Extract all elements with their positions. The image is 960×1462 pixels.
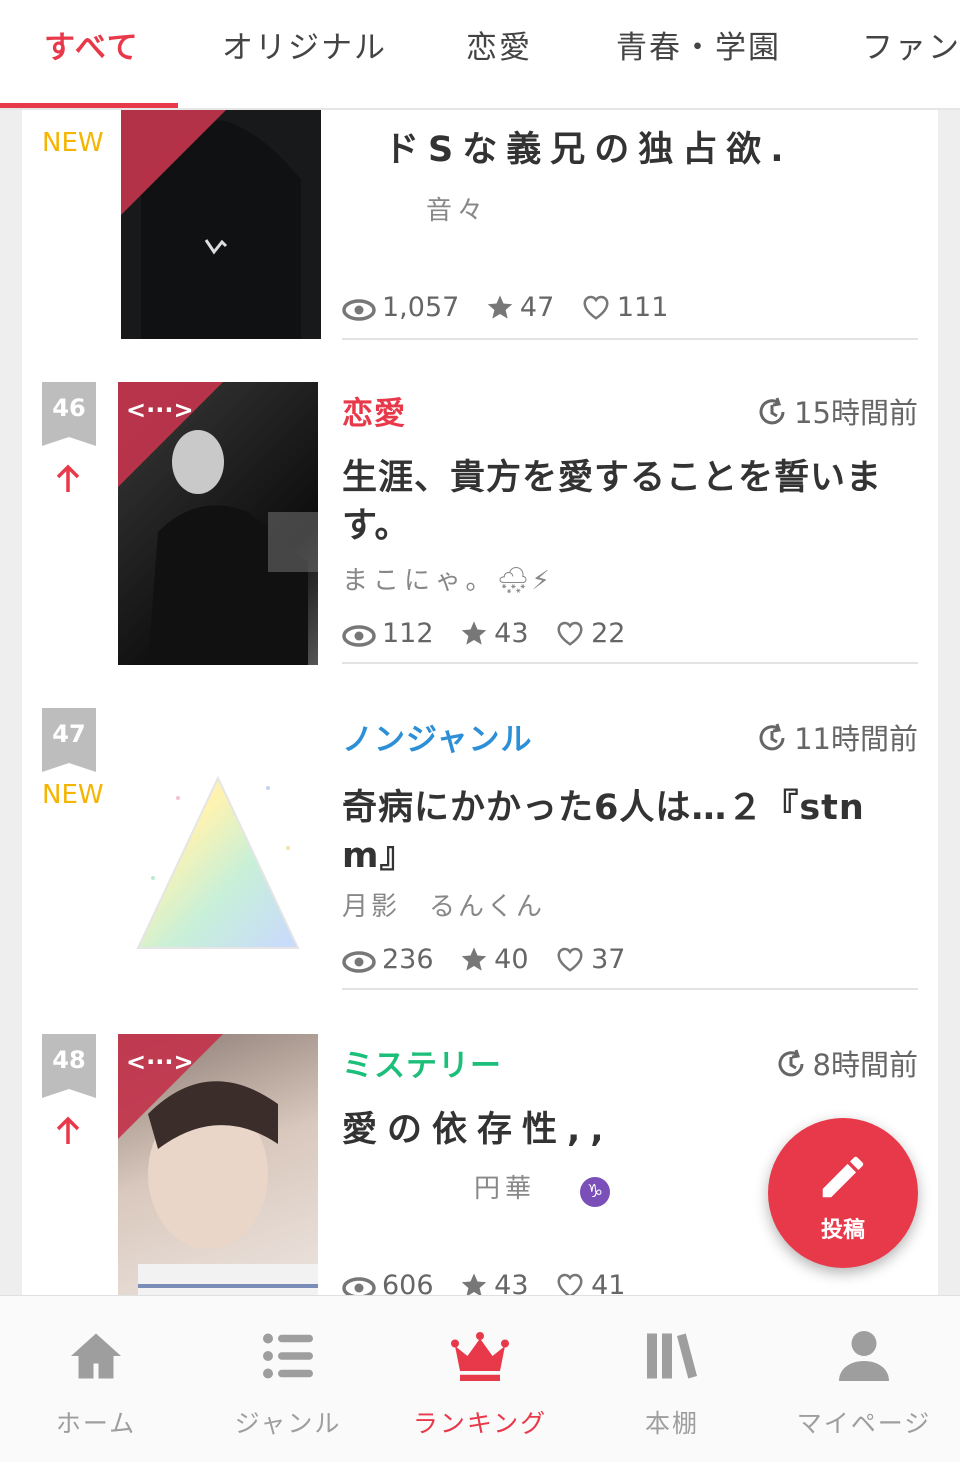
cover-corner-ribbon [121, 110, 226, 215]
work-title[interactable]: 奇病にかかった6人は…２『stnm』 [342, 784, 912, 880]
home-icon [71, 1333, 121, 1379]
bottom-navigation: ホーム ジャンル ランキング 本棚 マイページ [0, 1295, 960, 1462]
star-icon [461, 947, 487, 971]
cover-image[interactable]: <···> [118, 1034, 318, 1295]
list-icon [263, 1333, 313, 1379]
capricorn-emoji: ♑ [580, 1177, 611, 1207]
author-name[interactable]: まこにゃ。🌨⚡ [342, 560, 552, 597]
post-button[interactable]: 投稿 [768, 1118, 918, 1268]
tab-fan[interactable]: ファン [862, 22, 960, 67]
star-count: 43 [460, 1270, 529, 1295]
person-icon [839, 1331, 889, 1381]
heart-icon [583, 295, 609, 320]
star-count: 40 [460, 944, 529, 975]
item-divider [342, 338, 918, 340]
nav-ranking-label: ランキング [412, 1409, 548, 1438]
cover-image[interactable] [118, 708, 318, 991]
rainbow-triangle-image [136, 775, 300, 949]
code-tag-icon: <···> [126, 1048, 194, 1076]
genre-tab-bar: すべて オリジナル 恋愛 青春・学園 ファン [0, 0, 960, 110]
updated-time: 8時間前 [775, 1042, 918, 1084]
rank-badge: 47 [42, 708, 96, 772]
star-icon [461, 621, 487, 645]
work-title[interactable]: 生涯、貴方を愛することを誓います。 [342, 454, 912, 550]
rank-badge: 46 [42, 382, 96, 446]
item-divider [342, 662, 918, 664]
clock-refresh-icon [759, 397, 785, 425]
work-title[interactable]: ドSな義兄の独占欲. [384, 126, 954, 174]
tab-original[interactable]: オリジナル [222, 22, 387, 67]
cover-image[interactable] [121, 110, 321, 339]
rank-up-arrow-icon [56, 464, 80, 492]
bookshelf-icon [647, 1333, 697, 1379]
author-name[interactable]: 月影 るんくん [342, 886, 545, 923]
crown-icon [451, 1332, 509, 1381]
item-divider [342, 988, 918, 990]
eye-icon [342, 625, 376, 647]
author-name[interactable]: 円華 ♑ [474, 1168, 611, 1207]
work-stats: 1,057 47 111 [342, 292, 686, 323]
like-count: 111 [581, 292, 668, 323]
clock-refresh-icon [778, 1049, 804, 1077]
nav-home[interactable]: ホーム [0, 1296, 192, 1462]
nav-bookshelf[interactable]: 本棚 [576, 1296, 768, 1462]
nav-ranking[interactable]: ランキング [384, 1296, 576, 1462]
view-count: 112 [342, 618, 434, 649]
nav-mypage-label: マイページ [796, 1409, 932, 1438]
work-stats: 606 43 41 [342, 1270, 643, 1295]
star-count: 43 [460, 618, 529, 649]
heart-icon [557, 1273, 583, 1295]
work-stats: 112 43 22 [342, 618, 643, 649]
cover-image[interactable]: <···> [118, 382, 318, 665]
nav-mypage[interactable]: マイページ [768, 1296, 960, 1462]
like-count: 41 [555, 1270, 625, 1295]
genre-label[interactable]: 恋愛 [342, 388, 406, 433]
post-button-label: 投稿 [820, 1218, 865, 1243]
code-tag-icon: <···> [126, 396, 194, 424]
author-emoji: 🌨⚡ [496, 566, 552, 596]
nav-home-label: ホーム [55, 1409, 137, 1438]
like-count: 22 [555, 618, 625, 649]
active-tab-indicator [0, 103, 178, 108]
author-name[interactable]: 音々 [426, 190, 488, 227]
eye-icon [342, 1277, 376, 1295]
view-count: 606 [342, 1270, 434, 1295]
nav-genre[interactable]: ジャンル [192, 1296, 384, 1462]
new-badge: NEW [42, 780, 104, 810]
genre-label[interactable]: ミステリー [342, 1040, 502, 1085]
updated-time: 11時間前 [756, 716, 918, 758]
new-badge: NEW [42, 128, 104, 158]
star-count: 47 [486, 292, 554, 323]
tab-romance[interactable]: 恋愛 [466, 22, 532, 67]
tab-youth-school[interactable]: 青春・学園 [616, 22, 781, 67]
rank-badge: 48 [42, 1034, 96, 1098]
eye-icon [342, 299, 376, 321]
genre-label[interactable]: ノンジャンル [342, 714, 532, 759]
pencil-icon [822, 1156, 864, 1198]
tab-all[interactable]: すべて [44, 22, 140, 67]
star-icon [487, 295, 513, 319]
updated-time: 15時間前 [756, 390, 918, 432]
like-count: 37 [555, 944, 625, 975]
work-stats: 236 40 37 [342, 944, 643, 975]
view-count: 1,057 [342, 292, 459, 323]
nav-bookshelf-label: 本棚 [644, 1409, 699, 1438]
nav-genre-label: ジャンル [234, 1409, 342, 1438]
heart-icon [557, 621, 583, 646]
star-icon [461, 1273, 487, 1295]
clock-refresh-icon [759, 723, 785, 751]
view-count: 236 [342, 944, 434, 975]
heart-icon [557, 947, 583, 972]
rank-up-arrow-icon [56, 1116, 80, 1144]
eye-icon [342, 951, 376, 973]
